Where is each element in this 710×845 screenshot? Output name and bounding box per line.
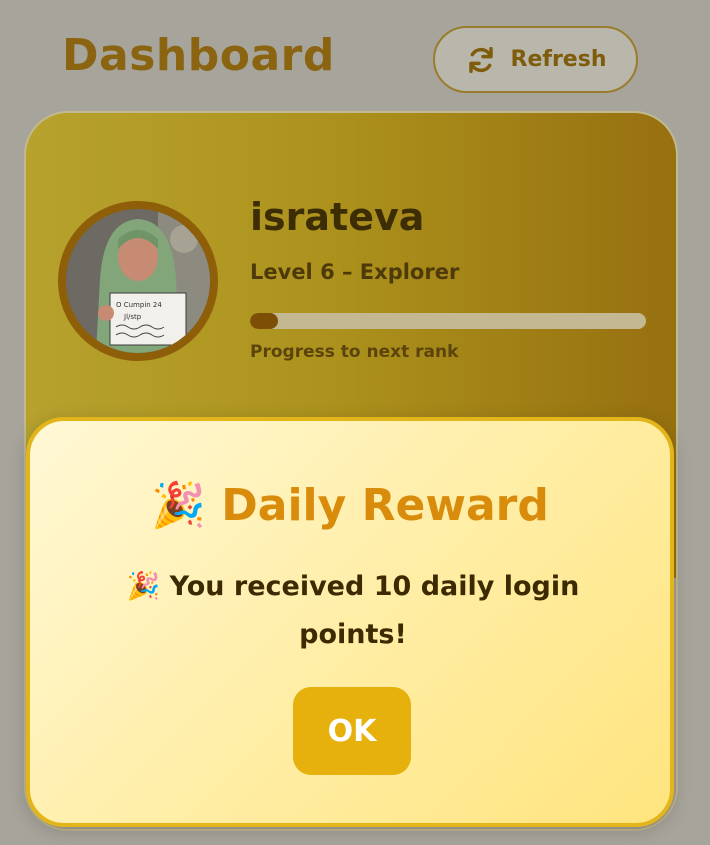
svg-text:O Cumpin 24: O Cumpin 24 <box>116 301 162 309</box>
username: israteva <box>250 195 425 239</box>
daily-reward-modal: 🎉 Daily Reward 🎉 You received 10 daily l… <box>26 417 674 827</box>
modal-title: 🎉 Daily Reward <box>151 480 549 531</box>
svg-text:Jl/stp: Jl/stp <box>123 313 142 321</box>
page-title: Dashboard <box>62 30 335 81</box>
level-text: Level 6 – Explorer <box>250 260 460 284</box>
refresh-label: Refresh <box>510 47 607 72</box>
rank-progress-bar <box>250 313 646 329</box>
modal-message: 🎉 You received 10 daily login points! <box>126 571 580 650</box>
avatar-photo: O Cumpin 24 Jl/stp <box>66 209 210 353</box>
progress-label: Progress to next rank <box>250 342 459 362</box>
rank-progress-fill <box>250 313 278 329</box>
avatar[interactable]: O Cumpin 24 Jl/stp <box>58 201 218 361</box>
refresh-button[interactable]: Refresh <box>433 26 638 93</box>
refresh-icon <box>468 46 493 73</box>
ok-button[interactable]: OK <box>293 687 411 775</box>
